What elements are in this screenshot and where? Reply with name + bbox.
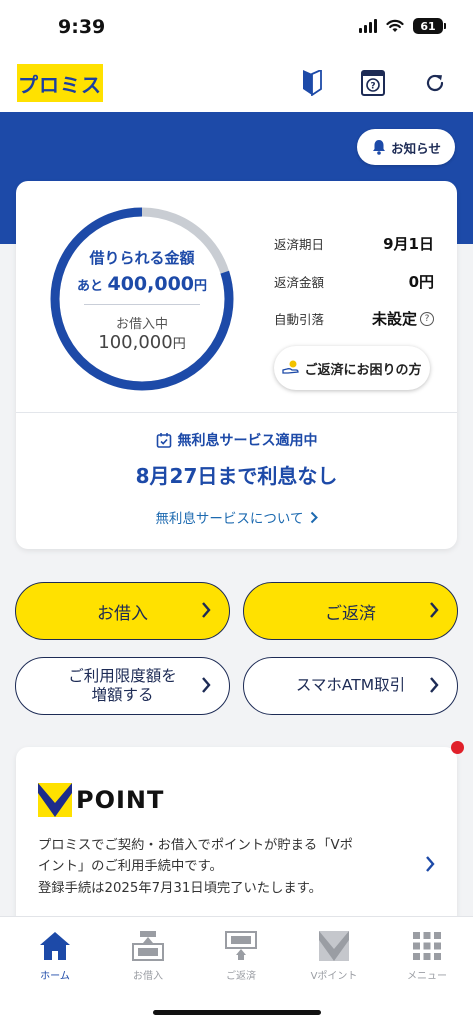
calendar-check-icon (156, 433, 171, 448)
no-interest-until: 8月27日まで利息なし (135, 464, 338, 488)
smartphone-atm-button[interactable]: スマホATM取引 (243, 657, 458, 715)
available-amount-label: 借りられる金額 (89, 249, 195, 267)
borrow-button[interactable]: お借入 (15, 582, 230, 640)
borrowed-label: お借入中 (115, 317, 168, 332)
no-interest-status: 無利息サービス適用中 (16, 430, 457, 450)
increase-limit-button[interactable]: ご利用限度額を 増額する (15, 657, 230, 715)
tab-vpoint[interactable]: Vポイント (294, 929, 374, 982)
bottom-tab-bar: ホーム お借入 ご返済 Vポイント メニュー (0, 916, 473, 1024)
tab-menu[interactable]: メニュー (387, 929, 467, 982)
chevron-right-icon (310, 511, 318, 523)
vpoint-description: プロミスでご契約・お借入でポイントが貯まる「Vポ イント」のご利用手続中です。 … (38, 838, 353, 896)
notice-button[interactable]: お知らせ (357, 129, 455, 165)
vpoint-card[interactable]: POINT プロミスでご契約・お借入でポイントが貯まる「Vポ イント」のご利用手… (16, 747, 457, 927)
help-circle-icon[interactable]: ? (420, 311, 434, 326)
auto-debit-row: 自動引落 未設定? (274, 308, 434, 329)
notice-label: お知らせ (391, 140, 441, 156)
chevron-right-icon (202, 602, 211, 618)
loan-summary-card: 借りられる金額 あと 400,000円 お借入中 100,000円 返済期日 9… (16, 181, 457, 549)
repayment-trouble-button[interactable]: ご返済にお困りの方 (274, 346, 430, 390)
status-icons: 61 (359, 18, 446, 34)
gauge-divider (84, 304, 200, 305)
chevron-right-icon (430, 602, 439, 618)
svg-text:?: ? (370, 82, 375, 92)
borrow-cash-icon (132, 931, 164, 961)
refresh-icon[interactable] (420, 68, 450, 98)
available-amount: あと 400,000円 (76, 273, 208, 295)
battery-icon: 61 (413, 18, 446, 34)
due-date-row: 返済期日 9月1日 (274, 235, 434, 253)
tab-borrow[interactable]: お借入 (108, 929, 188, 982)
wifi-icon (386, 19, 404, 32)
gauge-text: 借りられる金額 あと 400,000円 お借入中 100,000円 (44, 201, 240, 397)
chevron-right-icon (426, 856, 435, 872)
home-indicator (153, 1010, 321, 1015)
status-time: 9:39 (58, 16, 106, 38)
grid-menu-icon (413, 932, 441, 960)
notification-dot (451, 741, 464, 754)
hand-coin-icon (282, 360, 300, 374)
chevron-right-icon (430, 677, 439, 693)
v-point-icon (319, 931, 349, 961)
repay-button[interactable]: ご返済 (243, 582, 458, 640)
beginner-mark-icon[interactable] (297, 68, 327, 98)
tab-repay[interactable]: ご返済 (201, 929, 281, 982)
card-divider (16, 412, 457, 413)
vpoint-logo: POINT (38, 783, 164, 817)
app-header: プロミス ? (0, 56, 473, 112)
borrowed-amount: 100,000円 (98, 332, 186, 353)
tab-home[interactable]: ホーム (15, 929, 95, 982)
home-icon (40, 932, 70, 960)
help-book-icon[interactable]: ? (358, 68, 388, 98)
status-bar: 9:39 61 (0, 0, 473, 56)
bell-icon (373, 140, 386, 155)
chevron-right-icon (202, 677, 211, 693)
signal-icon (359, 19, 377, 33)
repayment-amount-row: 返済金額 0円 (274, 273, 434, 291)
repay-cash-icon (225, 931, 257, 960)
promise-logo[interactable]: プロミス (17, 64, 103, 102)
no-interest-link[interactable]: 無利息サービスについて (16, 507, 457, 527)
v-logo-icon (38, 783, 72, 817)
